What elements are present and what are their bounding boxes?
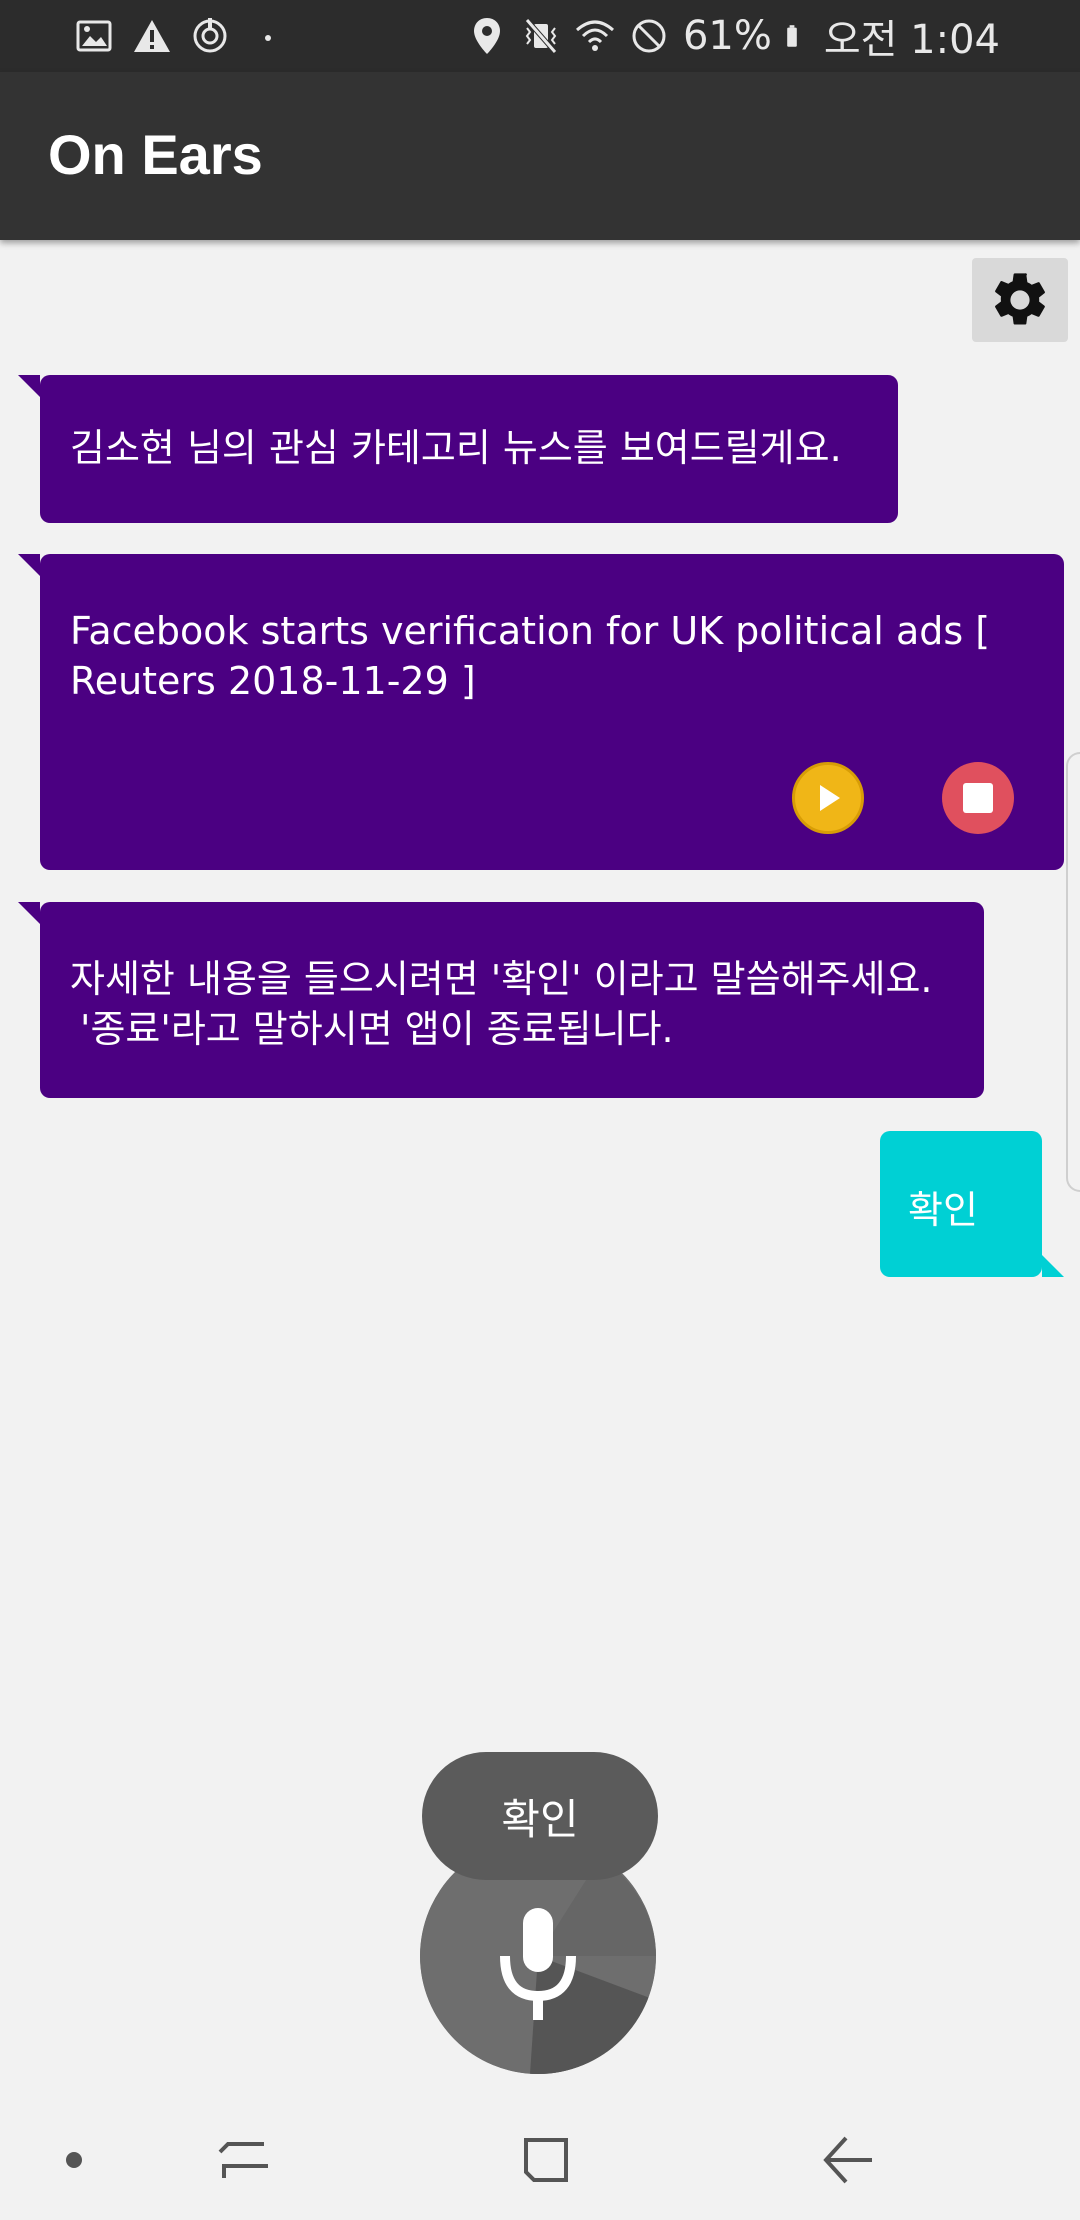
bubble-tail <box>18 902 40 924</box>
recognized-speech-label: 확인 <box>422 1752 658 1880</box>
recent-apps-button[interactable] <box>204 2120 284 2200</box>
user-message: 확인 <box>880 1131 1064 1277</box>
app-title: On Ears <box>48 123 263 186</box>
play-icon <box>820 785 840 811</box>
message-text: 김소현 님의 관심 카테고리 뉴스를 보여드릴게요. <box>70 426 842 470</box>
image-icon <box>76 20 112 52</box>
battery-icon <box>787 25 797 47</box>
back-icon <box>823 2136 872 2184</box>
warning-icon <box>134 20 170 52</box>
battery-percent: 61% <box>682 13 772 59</box>
stop-icon <box>963 783 993 813</box>
bubble-tail <box>18 375 40 397</box>
recent-apps-icon <box>218 2142 268 2178</box>
stop-button[interactable] <box>942 762 1014 834</box>
home-icon <box>524 2138 568 2182</box>
play-button[interactable] <box>792 762 864 834</box>
bubble-tail <box>18 554 40 576</box>
bubble-tail <box>1042 1255 1064 1277</box>
system-nav-bar <box>0 2100 1080 2220</box>
bot-message: 자세한 내용을 들으시려면 '확인' 이라고 말씀해주세요. '종료'라고 말하… <box>18 902 984 1098</box>
message-line: 자세한 내용을 들으시려면 '확인' 이라고 말씀해주세요. <box>70 957 933 1001</box>
status-bar: 61% 오전 1:04 <box>0 0 1080 72</box>
gear-icon <box>995 273 1045 325</box>
vibrate-mute-icon <box>525 18 557 54</box>
dot-icon <box>265 35 271 41</box>
dot-icon <box>66 2152 82 2168</box>
clock: 오전 1:04 <box>823 17 1000 63</box>
sync-icon <box>193 18 227 53</box>
nav-dot[interactable] <box>34 2120 114 2200</box>
do-not-disturb-icon <box>632 19 666 53</box>
message-text: 확인 <box>908 1188 978 1232</box>
news-headline: Facebook starts verification for UK poli… <box>70 609 991 703</box>
status-left-icons <box>74 10 288 62</box>
location-icon <box>473 18 500 54</box>
news-message: Facebook starts verification for UK poli… <box>18 554 1064 870</box>
home-button[interactable] <box>506 2120 586 2200</box>
status-right-icons: 61% 오전 1:04 <box>467 10 1000 63</box>
message-line: '종료'라고 말하시면 앱이 종료됩니다. <box>80 1007 674 1051</box>
back-button[interactable] <box>808 2120 888 2200</box>
settings-button[interactable] <box>972 258 1068 342</box>
bot-message: 김소현 님의 관심 카테고리 뉴스를 보여드릴게요. <box>18 375 898 523</box>
wifi-icon <box>575 20 614 51</box>
edge-panel-handle[interactable] <box>1066 752 1080 1192</box>
app-bar: On Ears <box>0 72 1080 240</box>
